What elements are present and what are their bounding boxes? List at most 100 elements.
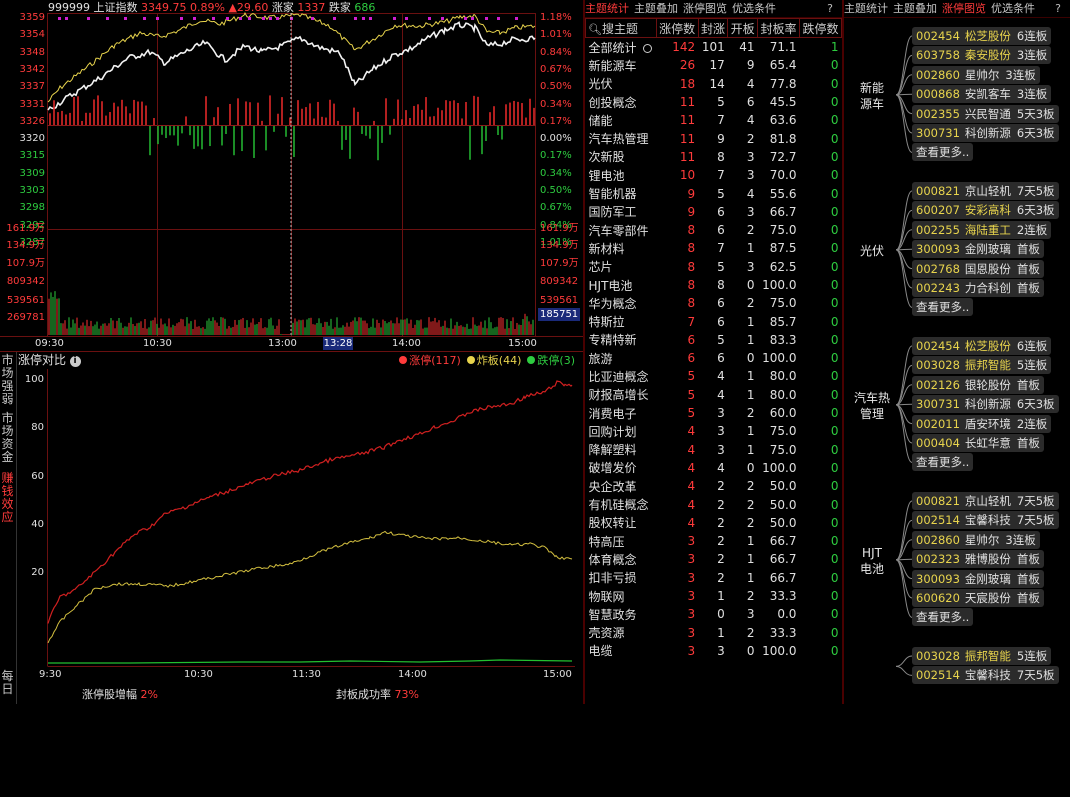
stock-code: 002514 — [916, 513, 960, 528]
view-more-button[interactable]: 查看更多.. — [912, 143, 974, 162]
table-row[interactable]: 光伏 18 14 4 77.8 0 — [586, 75, 842, 93]
help-icon[interactable]: ? — [827, 0, 833, 17]
theme-search-header[interactable]: 🔍︎搜主题 — [585, 18, 657, 38]
table-row[interactable]: 汽车热管理 11 9 2 81.8 0 — [586, 129, 842, 147]
limit-stock-chip[interactable]: 002860 星帅尔 3连板 — [912, 65, 1040, 84]
table-row[interactable]: 财报高增长 5 4 1 80.0 0 — [586, 386, 842, 404]
table-row[interactable]: 特高压 3 2 1 66.7 0 — [586, 532, 842, 550]
table-cell: 66.7 — [769, 204, 797, 219]
side-tab-market-strength[interactable]: 市场强弱 — [0, 354, 15, 406]
limit-compare-chart[interactable] — [0, 352, 583, 704]
table-row[interactable]: 电缆 3 3 0 100.0 0 — [586, 642, 842, 660]
table-cell: 63.6 — [769, 113, 797, 128]
col-limit-count[interactable]: 涨停数 — [655, 18, 699, 38]
table-row[interactable]: 芯片 8 5 3 62.5 0 — [586, 258, 842, 276]
col-limit-down[interactable]: 跌停数 — [798, 18, 843, 38]
table-row[interactable]: 比亚迪概念 5 4 1 80.0 0 — [586, 367, 842, 385]
table-cell: 2 — [746, 497, 755, 512]
tab-filter-conditions[interactable]: 优选条件 — [991, 2, 1035, 15]
limit-stock-chip[interactable]: 002860 星帅尔 3连板 — [912, 530, 1040, 549]
table-row[interactable]: 国防军工 9 6 3 66.7 0 — [586, 203, 842, 221]
limit-stock-chip[interactable]: 603758 秦安股份 3连板 — [912, 46, 1052, 65]
table-cell: 70.0 — [769, 168, 797, 183]
limit-stock-chip[interactable]: 002454 松芝股份 6连板 — [912, 337, 1052, 355]
limit-stock-chip[interactable]: 003028 振邦智能 5连板 — [912, 647, 1052, 665]
table-row[interactable]: 物联网 3 1 2 33.3 0 — [586, 587, 842, 605]
side-tab-profit-effect[interactable]: 赚钱效应 — [0, 472, 15, 524]
limit-stock-chip[interactable]: 000404 长虹华意 首板 — [912, 434, 1044, 452]
limit-stock-chip[interactable]: 002243 力合科创 首板 — [912, 279, 1044, 297]
stock-code: 002860 — [916, 532, 960, 547]
table-cell: 5 — [717, 259, 725, 274]
tab-theme-overlay[interactable]: 主题叠加 — [634, 2, 678, 15]
table-row[interactable]: 次新股 11 8 3 72.7 0 — [586, 148, 842, 166]
table-row[interactable]: 全部统计 142 101 41 71.1 1 — [586, 38, 842, 57]
tab-filter-conditions[interactable]: 优选条件 — [732, 2, 776, 15]
table-row[interactable]: 旅游 6 6 0 100.0 0 — [586, 349, 842, 367]
view-more-button[interactable]: 查看更多.. — [912, 298, 974, 317]
limit-stock-chip[interactable]: 002011 盾安环境 2连板 — [912, 414, 1052, 433]
view-more-button[interactable]: 查看更多.. — [912, 453, 974, 472]
limit-stock-chip[interactable]: 600207 安彩高科 6天3板 — [912, 201, 1059, 220]
volume-tick: 134.9万 — [540, 240, 579, 251]
col-seal-rate[interactable]: 封板率 — [756, 18, 800, 38]
table-row[interactable]: 特斯拉 7 6 1 85.7 0 — [586, 312, 842, 330]
limit-stock-chip[interactable]: 300093 金刚玻璃 首板 — [912, 569, 1044, 588]
table-row[interactable]: 降解塑料 4 3 1 75.0 0 — [586, 441, 842, 459]
table-row[interactable]: 新能源车 26 17 9 65.4 0 — [586, 56, 842, 74]
limit-stock-chip[interactable]: 300731 科创新源 6天3板 — [912, 124, 1059, 142]
board-count: 首板 — [1016, 571, 1040, 586]
table-row[interactable]: 破增发价 4 4 0 100.0 0 — [586, 459, 842, 477]
table-row[interactable]: 股权转让 4 2 2 50.0 0 — [586, 514, 842, 532]
limit-stock-chip[interactable]: 002255 海陆重工 2连板 — [912, 220, 1052, 239]
table-row[interactable]: 有机硅概念 4 2 2 50.0 0 — [586, 495, 842, 513]
limit-stock-chip[interactable]: 300093 金刚玻璃 首板 — [912, 240, 1044, 259]
table-row[interactable]: 创投概念 11 5 6 45.5 0 — [586, 93, 842, 111]
table-row[interactable]: 专精特新 6 5 1 83.3 0 — [586, 331, 842, 349]
table-cell: 45.5 — [769, 95, 797, 110]
tab-theme-stats[interactable]: 主题统计 — [585, 2, 629, 15]
table-row[interactable]: 回购计划 4 3 1 75.0 0 — [586, 422, 842, 440]
tab-theme-overlay[interactable]: 主题叠加 — [893, 2, 937, 15]
price-tick: 3342 — [19, 63, 45, 75]
limit-stock-chip[interactable]: 002514 宝馨科技 7天5板 — [912, 666, 1059, 685]
limit-stock-chip[interactable]: 002126 银轮股份 首板 — [912, 375, 1044, 394]
limit-stock-chip[interactable]: 002355 兴民智通 5天3板 — [912, 104, 1059, 123]
table-row[interactable]: 汽车零部件 8 6 2 75.0 0 — [586, 221, 842, 239]
group-connector — [895, 655, 913, 676]
table-row[interactable]: 央企改革 4 2 2 50.0 0 — [586, 477, 842, 495]
side-tab-market-funds[interactable]: 市场资金 — [0, 412, 15, 464]
tab-theme-stats[interactable]: 主题统计 — [844, 2, 888, 15]
limit-stock-chip[interactable]: 002514 宝馨科技 7天5板 — [912, 511, 1059, 530]
limit-stock-chip[interactable]: 002454 松芝股份 6连板 — [912, 27, 1052, 45]
limit-stock-chip[interactable]: 300731 科创新源 6天3板 — [912, 395, 1059, 414]
view-more-button[interactable]: 查看更多.. — [912, 608, 974, 627]
limit-stock-chip[interactable]: 000821 京山轻机 7天5板 — [912, 182, 1059, 200]
col-opened[interactable]: 开板 — [727, 18, 758, 38]
table-cell: 0 — [830, 589, 839, 604]
table-row[interactable]: 锂电池 10 7 3 70.0 0 — [586, 166, 842, 184]
limit-stock-chip[interactable]: 003028 振邦智能 5连板 — [912, 356, 1052, 375]
limit-stock-chip[interactable]: 600620 天宸股份 首板 — [912, 589, 1044, 607]
table-row[interactable]: 华为概念 8 6 2 75.0 0 — [586, 294, 842, 312]
side-tab-daily[interactable]: 每日 — [0, 670, 15, 698]
limit-stock-chip[interactable]: 002323 雅博股份 首板 — [912, 550, 1044, 569]
help-icon[interactable]: ? — [1055, 0, 1061, 17]
tab-limit-overview[interactable]: 涨停图览 — [942, 2, 986, 15]
table-row[interactable]: HJT电池 8 8 0 100.0 0 — [586, 276, 842, 294]
col-sealed[interactable]: 封涨 — [697, 18, 729, 38]
table-cell: 0 — [830, 552, 839, 567]
table-row[interactable]: 智慧政务 3 0 3 0.0 0 — [586, 605, 842, 623]
limit-stock-chip[interactable]: 002768 国恩股份 首板 — [912, 259, 1044, 278]
table-row[interactable]: 智能机器 9 5 4 55.6 0 — [586, 184, 842, 202]
limit-stock-chip[interactable]: 000821 京山轻机 7天5板 — [912, 492, 1059, 510]
table-cell: 65.4 — [769, 58, 797, 73]
table-row[interactable]: 壳资源 3 1 2 33.3 0 — [586, 624, 842, 642]
table-row[interactable]: 新材料 8 7 1 87.5 0 — [586, 239, 842, 257]
tab-limit-overview[interactable]: 涨停图览 — [683, 2, 727, 15]
table-row[interactable]: 储能 11 7 4 63.6 0 — [586, 111, 842, 129]
limit-stock-chip[interactable]: 000868 安凯客车 3连板 — [912, 85, 1052, 104]
table-row[interactable]: 体育概念 3 2 1 66.7 0 — [586, 550, 842, 568]
table-row[interactable]: 消费电子 5 3 2 60.0 0 — [586, 404, 842, 422]
table-row[interactable]: 扣非亏损 3 2 1 66.7 0 — [586, 569, 842, 587]
